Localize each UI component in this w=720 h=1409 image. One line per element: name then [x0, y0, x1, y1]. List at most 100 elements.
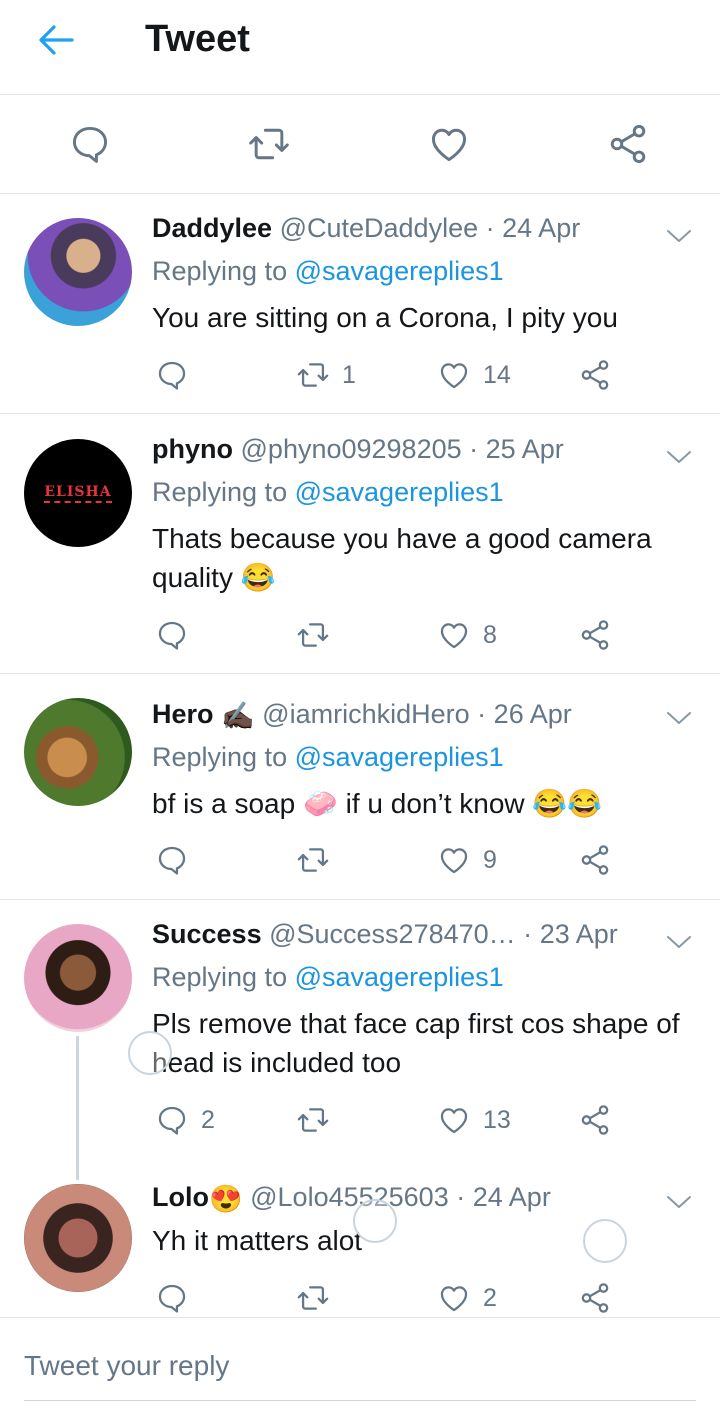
reply-icon: [155, 1281, 189, 1315]
chevron-down-icon[interactable]: [664, 226, 694, 246]
chevron-down-icon[interactable]: [664, 708, 694, 728]
share-button[interactable]: [578, 1102, 612, 1138]
author-name[interactable]: Lolo: [152, 1182, 209, 1212]
share-button[interactable]: [578, 617, 612, 653]
share-button[interactable]: [578, 1280, 612, 1316]
retweet-icon: [296, 843, 330, 877]
reply-tweet[interactable]: Daddylee @CuteDaddylee · 24 Apr Replying…: [0, 194, 720, 414]
share-icon: [578, 358, 612, 392]
author-name[interactable]: phyno: [152, 434, 233, 464]
reply-button[interactable]: [155, 842, 201, 878]
tweet-date: 23 Apr: [539, 919, 618, 949]
author-handle: @iamrichkidHero: [262, 699, 470, 729]
share-icon: [578, 843, 612, 877]
avatar[interactable]: [24, 218, 132, 326]
share-button[interactable]: [578, 357, 612, 393]
chevron-down-icon[interactable]: [664, 932, 694, 952]
author-handle: @Lolo45525603: [250, 1182, 449, 1212]
dot-separator: ·: [523, 919, 533, 949]
share-icon: [578, 618, 612, 652]
back-button[interactable]: [34, 20, 78, 60]
writing-hand-emoji: ✍🏿: [221, 700, 255, 731]
reply-tweet[interactable]: ELISHA phyno @phyno09298205 · 25 Apr Rep…: [0, 414, 720, 674]
like-count: 14: [483, 360, 511, 389]
replying-to-label: Replying to: [152, 962, 288, 992]
reply-button[interactable]: 2: [155, 1102, 215, 1138]
reply-count: 2: [201, 1105, 215, 1134]
retweet-icon[interactable]: [247, 122, 291, 166]
touch-indicator: [583, 1219, 627, 1263]
author-handle: @CuteDaddylee: [279, 213, 479, 243]
page-title: Tweet: [145, 18, 250, 60]
chevron-down-icon[interactable]: [664, 1192, 694, 1212]
retweet-button[interactable]: [296, 617, 342, 653]
retweet-button[interactable]: [296, 1102, 342, 1138]
tweet-text: Thats because you have a good camera qua…: [152, 523, 652, 593]
mention-link[interactable]: @savagereplies1: [295, 742, 504, 772]
touch-indicator: [353, 1199, 397, 1243]
share-icon: [578, 1281, 612, 1315]
dot-separator: ·: [469, 434, 479, 464]
thread-connector: [76, 1036, 79, 1180]
reply-composer[interactable]: Tweet your reply: [0, 1317, 720, 1409]
share-icon[interactable]: [606, 122, 650, 166]
reply-icon: [155, 358, 189, 392]
replying-to-label: Replying to: [152, 742, 288, 772]
reply-button[interactable]: [155, 357, 201, 393]
avatar[interactable]: ELISHA: [24, 439, 132, 547]
reply-tweet[interactable]: Hero ✍🏿 @iamrichkidHero · 26 Apr Replyin…: [0, 674, 720, 900]
like-button[interactable]: 8: [437, 617, 497, 653]
reply-icon[interactable]: [68, 122, 112, 166]
like-icon: [437, 358, 471, 392]
tweet-date: 26 Apr: [493, 699, 572, 729]
like-icon[interactable]: [427, 122, 471, 166]
arrow-left-icon: [39, 25, 74, 55]
like-count: 8: [483, 620, 497, 649]
tweet-date: 24 Apr: [472, 1182, 551, 1212]
like-icon: [437, 618, 471, 652]
reply-icon: [155, 1103, 189, 1137]
like-button[interactable]: 2: [437, 1280, 497, 1316]
author-handle: @Success278470…: [269, 919, 516, 949]
reply-button[interactable]: [155, 617, 201, 653]
share-button[interactable]: [578, 842, 612, 878]
heart-eyes-emoji: 😍: [208, 1183, 243, 1214]
like-button[interactable]: 9: [437, 842, 497, 878]
tweet-text: Pls remove that face cap first cos shape…: [152, 1008, 680, 1078]
retweet-icon: [296, 1281, 330, 1315]
like-count: 9: [483, 845, 497, 874]
reply-icon: [155, 843, 189, 877]
like-count: 2: [483, 1283, 497, 1312]
tweet-text: You are sitting on a Corona, I pity you: [152, 302, 618, 333]
like-icon: [437, 843, 471, 877]
replying-to-label: Replying to: [152, 256, 288, 286]
mention-link[interactable]: @savagereplies1: [295, 256, 504, 286]
tweet-date: 24 Apr: [502, 213, 581, 243]
dot-separator: ·: [477, 699, 487, 729]
like-button[interactable]: 14: [437, 357, 511, 393]
mention-link[interactable]: @savagereplies1: [295, 962, 504, 992]
mention-link[interactable]: @savagereplies1: [295, 477, 504, 507]
like-button[interactable]: 13: [437, 1102, 511, 1138]
like-icon: [437, 1281, 471, 1315]
chevron-down-icon[interactable]: [664, 447, 694, 467]
avatar[interactable]: [24, 924, 132, 1032]
retweet-button[interactable]: [296, 842, 342, 878]
author-name[interactable]: Success: [152, 919, 262, 949]
tweet-text: bf is a soap 🧼 if u don’t know 😂😂: [152, 788, 603, 819]
reply-icon: [155, 618, 189, 652]
author-handle: @phyno09298205: [240, 434, 462, 464]
author-name[interactable]: Daddylee: [152, 213, 272, 243]
retweet-button[interactable]: 1: [296, 357, 356, 393]
author-name[interactable]: Hero: [152, 699, 214, 729]
reply-tweet[interactable]: Success @Success278470… · 23 Apr Replyin…: [0, 900, 720, 1160]
avatar[interactable]: [24, 1184, 132, 1292]
retweet-button[interactable]: [296, 1280, 342, 1316]
like-icon: [437, 1103, 471, 1137]
reply-input[interactable]: Tweet your reply: [24, 1350, 229, 1382]
tweet-date: 25 Apr: [485, 434, 564, 464]
avatar[interactable]: [24, 698, 132, 806]
replying-to-label: Replying to: [152, 477, 288, 507]
reply-button[interactable]: [155, 1280, 201, 1316]
top-app-bar: Tweet: [0, 0, 720, 95]
